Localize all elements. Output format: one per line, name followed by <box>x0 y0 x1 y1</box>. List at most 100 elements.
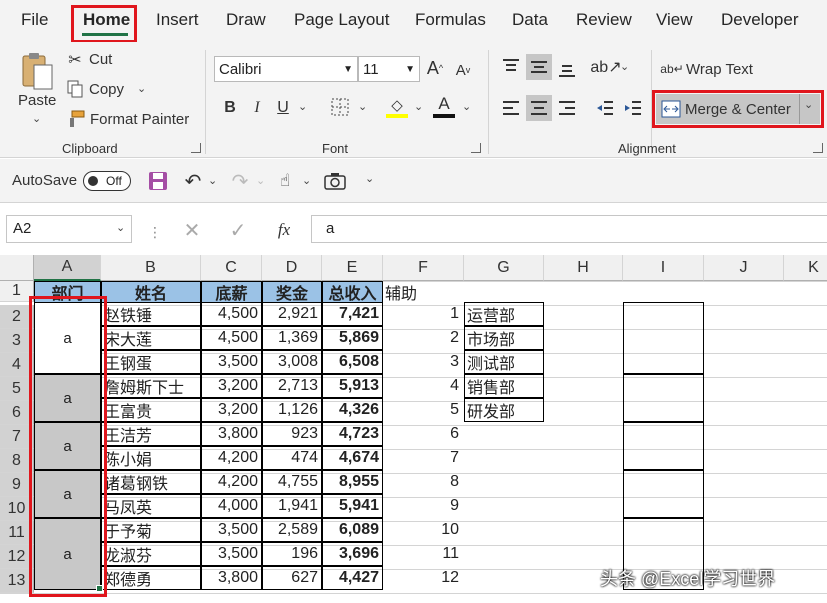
name-box[interactable]: A2 <box>6 215 132 243</box>
cancel-entry-icon[interactable]: ✕ <box>180 218 204 242</box>
table-cell[interactable]: 5,869 <box>322 326 383 350</box>
confirm-entry-icon[interactable]: ✓ <box>226 218 250 242</box>
merged-cell-a9-a10[interactable]: a <box>34 470 101 518</box>
row-header[interactable]: 2 <box>0 305 34 329</box>
merge-center-label[interactable]: Merge & Center <box>685 101 791 118</box>
column-header-k[interactable]: K <box>784 255 827 281</box>
table-cell[interactable]: 马凤英 <box>101 494 201 518</box>
merged-cell-a5-a6[interactable]: a <box>34 374 101 422</box>
helper-cell[interactable]: 4 <box>383 374 462 398</box>
select-all-corner[interactable] <box>0 255 34 281</box>
touch-dropdown-chevron-icon[interactable]: ⌄ <box>302 174 311 187</box>
table-cell[interactable]: 2,921 <box>262 302 322 326</box>
merged-cell-a2-a4[interactable]: a <box>34 302 101 374</box>
tab-developer[interactable]: Developer <box>721 10 799 30</box>
table-cell[interactable]: 923 <box>262 422 322 446</box>
tab-draw[interactable]: Draw <box>226 10 266 30</box>
underline-button[interactable]: U <box>275 96 291 120</box>
helper-cell[interactable]: 9 <box>383 494 462 518</box>
clipboard-launcher-icon[interactable] <box>191 143 201 153</box>
format-painter-button[interactable]: Format Painter <box>90 111 189 128</box>
table-cell[interactable]: 196 <box>262 542 322 566</box>
helper-cell[interactable]: 1 <box>383 302 462 326</box>
align-left-icon[interactable] <box>500 98 522 118</box>
italic-button[interactable]: I <box>249 96 265 120</box>
table-cell[interactable]: 4,200 <box>201 470 262 494</box>
wrap-text-button[interactable]: Wrap Text <box>686 61 753 78</box>
font-name-combo[interactable]: Calibri ▼ <box>214 56 358 82</box>
orientation-dropdown-chevron-icon[interactable]: ⌄ <box>620 60 629 73</box>
row-header[interactable]: 3 <box>0 329 34 353</box>
tab-page-layout[interactable]: Page Layout <box>294 10 389 30</box>
table-cell[interactable]: 3,200 <box>201 398 262 422</box>
row-header[interactable]: 13 <box>0 569 34 593</box>
decrease-indent-icon[interactable] <box>594 98 616 118</box>
name-box-chevron-icon[interactable]: ⌄ <box>116 221 125 234</box>
touch-mode-icon[interactable]: ☝ <box>274 170 296 192</box>
row-header[interactable]: 10 <box>0 497 34 521</box>
copy-dropdown-chevron-icon[interactable]: ⌄ <box>137 82 146 95</box>
table-cell[interactable]: 6,089 <box>322 518 383 542</box>
row-header[interactable]: 6 <box>0 401 34 425</box>
table-cell[interactable]: 王钢蛋 <box>101 350 201 374</box>
table-cell[interactable]: 1,126 <box>262 398 322 422</box>
increase-indent-icon[interactable] <box>622 98 644 118</box>
dept-cell[interactable]: 运营部 <box>464 302 544 326</box>
row-header[interactable]: 8 <box>0 449 34 473</box>
increase-font-size-icon[interactable]: A ^ <box>425 56 445 80</box>
table-cell[interactable]: 王富贵 <box>101 398 201 422</box>
table-cell[interactable]: 8,955 <box>322 470 383 494</box>
column-header-h[interactable]: H <box>544 255 623 281</box>
undo-icon[interactable]: ↶ <box>182 170 204 193</box>
bold-button[interactable]: B <box>221 96 239 120</box>
merged-cell-a11-a13[interactable]: a <box>34 518 101 590</box>
row-header[interactable]: 5 <box>0 377 34 401</box>
table-cell[interactable]: 474 <box>262 446 322 470</box>
table-cell[interactable]: 宋大莲 <box>101 326 201 350</box>
undo-dropdown-chevron-icon[interactable]: ⌄ <box>208 174 217 187</box>
table-cell[interactable]: 1,369 <box>262 326 322 350</box>
table-cell[interactable]: 627 <box>262 566 322 590</box>
merge-dropdown-chevron-icon[interactable]: ⌄ <box>804 98 813 111</box>
table-cell[interactable]: 7,421 <box>322 302 383 326</box>
helper-cell[interactable]: 6 <box>383 422 462 446</box>
table-cell[interactable]: 3,800 <box>201 566 262 590</box>
table-cell[interactable]: 3,800 <box>201 422 262 446</box>
helper-cell[interactable]: 2 <box>383 326 462 350</box>
column-header-c[interactable]: C <box>201 255 262 281</box>
column-header-b[interactable]: B <box>101 255 201 281</box>
table-cell[interactable]: 4,326 <box>322 398 383 422</box>
chevron-down-icon[interactable]: ▼ <box>405 64 415 75</box>
table-header-cell[interactable]: 姓名 <box>101 281 201 303</box>
copy-button[interactable]: Copy <box>89 81 124 98</box>
table-cell[interactable]: 3,200 <box>201 374 262 398</box>
table-header-cell[interactable]: 底薪 <box>201 281 262 303</box>
wrap-text-icon[interactable]: ab↵ <box>660 58 683 80</box>
customize-qat-icon[interactable]: ⌄ <box>365 172 374 185</box>
table-cell[interactable]: 龙淑芬 <box>101 542 201 566</box>
dept-cell[interactable]: 销售部 <box>464 374 544 398</box>
table-cell[interactable]: 3,008 <box>262 350 322 374</box>
align-right-icon[interactable] <box>556 98 578 118</box>
font-launcher-icon[interactable] <box>471 143 481 153</box>
table-cell[interactable]: 2,713 <box>262 374 322 398</box>
table-cell[interactable]: 于予菊 <box>101 518 201 542</box>
borders-icon[interactable] <box>330 97 350 117</box>
cut-icon[interactable]: ✂ <box>66 51 84 69</box>
borders-dropdown-chevron-icon[interactable]: ⌄ <box>358 100 367 113</box>
camera-icon[interactable] <box>323 170 347 192</box>
tab-review[interactable]: Review <box>576 10 632 30</box>
tab-insert[interactable]: Insert <box>156 10 199 30</box>
table-cell[interactable]: 4,723 <box>322 422 383 446</box>
chevron-down-icon[interactable]: ▼ <box>343 64 353 75</box>
table-cell[interactable]: 3,696 <box>322 542 383 566</box>
cut-button[interactable]: Cut <box>89 51 112 68</box>
column-header-d[interactable]: D <box>262 255 322 281</box>
insert-function-icon[interactable]: fx <box>270 218 298 242</box>
row-header[interactable]: 7 <box>0 425 34 449</box>
helper-header-cell[interactable]: 辅助 <box>385 281 463 303</box>
table-cell[interactable]: 3,500 <box>201 350 262 374</box>
helper-cell[interactable]: 8 <box>383 470 462 494</box>
table-cell[interactable]: 4,427 <box>322 566 383 590</box>
paste-icon[interactable] <box>18 50 56 92</box>
